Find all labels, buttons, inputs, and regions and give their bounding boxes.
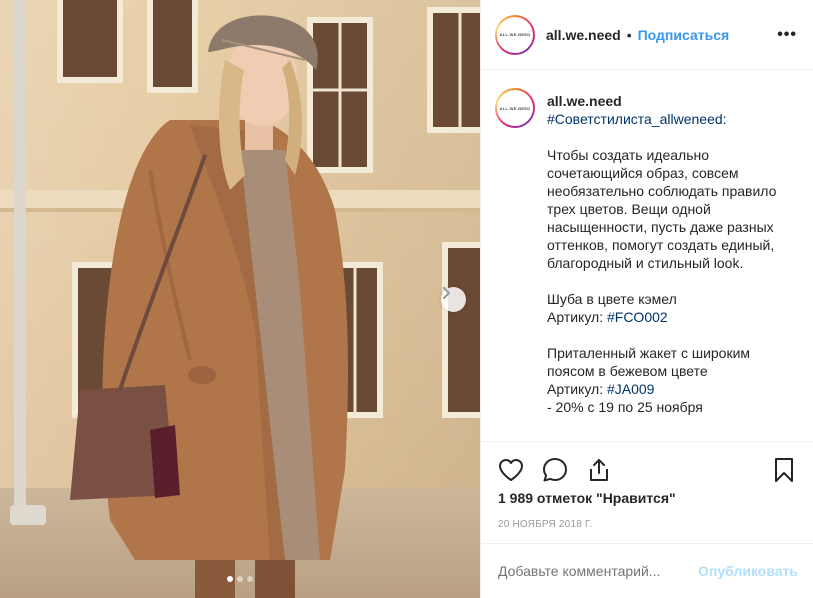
item-2-article-tag[interactable]: #JA009 xyxy=(607,381,654,397)
carousel-dot-1 xyxy=(227,576,233,582)
avatar[interactable]: ALL.WE.NEED xyxy=(495,14,535,55)
post-header: ALL.WE.NEED all.we.need • Подписаться ••… xyxy=(481,0,813,70)
caption-avatar[interactable]: ALL.WE.NEED xyxy=(495,88,535,128)
caption-paragraph: Чтобы создать идеально сочетающийся обра… xyxy=(547,147,777,271)
carousel-dot-3 xyxy=(247,576,253,582)
separator-bullet: • xyxy=(626,26,632,43)
action-bar xyxy=(481,441,813,497)
item-2-article-label: Артикул: xyxy=(547,381,607,397)
item-1-name: Шуба в цвете кэмел xyxy=(547,291,677,307)
heart-icon xyxy=(499,458,523,481)
likes-count[interactable]: 1 989 отметок "Нравится" xyxy=(498,490,676,506)
avatar-inner: ALL.WE.NEED xyxy=(497,16,533,53)
save-button[interactable] xyxy=(770,456,798,484)
next-slide-button[interactable] xyxy=(441,287,466,312)
comment-button[interactable] xyxy=(541,456,569,484)
avatar-logo: ALL.WE.NEED xyxy=(499,32,531,37)
share-icon xyxy=(590,458,608,481)
item-1-article: Артикул: #FCO002 xyxy=(547,308,787,326)
post-date[interactable]: 20 НОЯБРЯ 2018 Г. xyxy=(498,519,592,530)
post-caption: ALL.WE.NEED all.we.need #Советстилиста_a… xyxy=(481,70,813,440)
comment-icon xyxy=(543,457,567,481)
follow-button[interactable]: Подписаться xyxy=(638,27,730,43)
chevron-right-icon xyxy=(443,287,450,299)
post-photo[interactable] xyxy=(0,0,480,598)
item-2-article: Артикул: #JA009 xyxy=(547,380,787,398)
carousel-dot-2 xyxy=(237,576,243,582)
carousel-dots xyxy=(0,576,480,582)
caption-avatar-inner: ALL.WE.NEED xyxy=(497,90,533,126)
item-2-name: Приталенный жакет с широким поясом в беж… xyxy=(547,345,751,379)
caption-text: all.we.need #Советстилиста_allweneed: Чт… xyxy=(547,86,787,440)
item-1-article-tag[interactable]: #FCO002 xyxy=(607,309,668,325)
more-options-icon[interactable]: ••• xyxy=(777,26,797,44)
bookmark-icon xyxy=(775,457,793,482)
item-1-article-label: Артикул: xyxy=(547,309,607,325)
post-comment-button[interactable]: Опубликовать xyxy=(698,563,798,579)
share-button[interactable] xyxy=(585,456,613,484)
hashtag-link[interactable]: #Советстилиста_allweneed: xyxy=(547,111,727,127)
like-button[interactable] xyxy=(497,456,525,484)
comment-input[interactable] xyxy=(498,563,699,579)
username-link[interactable]: all.we.need xyxy=(546,27,621,43)
caption-avatar-logo: ALL.WE.NEED xyxy=(499,105,531,111)
comment-box: Опубликовать xyxy=(481,543,813,598)
item-2-discount: - 20% с 19 по 25 ноября xyxy=(547,399,703,415)
post-panel: ALL.WE.NEED all.we.need • Подписаться ••… xyxy=(480,0,813,598)
caption-username[interactable]: all.we.need xyxy=(547,92,787,110)
photo-illustration xyxy=(0,0,480,598)
drain-pipe xyxy=(14,0,26,520)
